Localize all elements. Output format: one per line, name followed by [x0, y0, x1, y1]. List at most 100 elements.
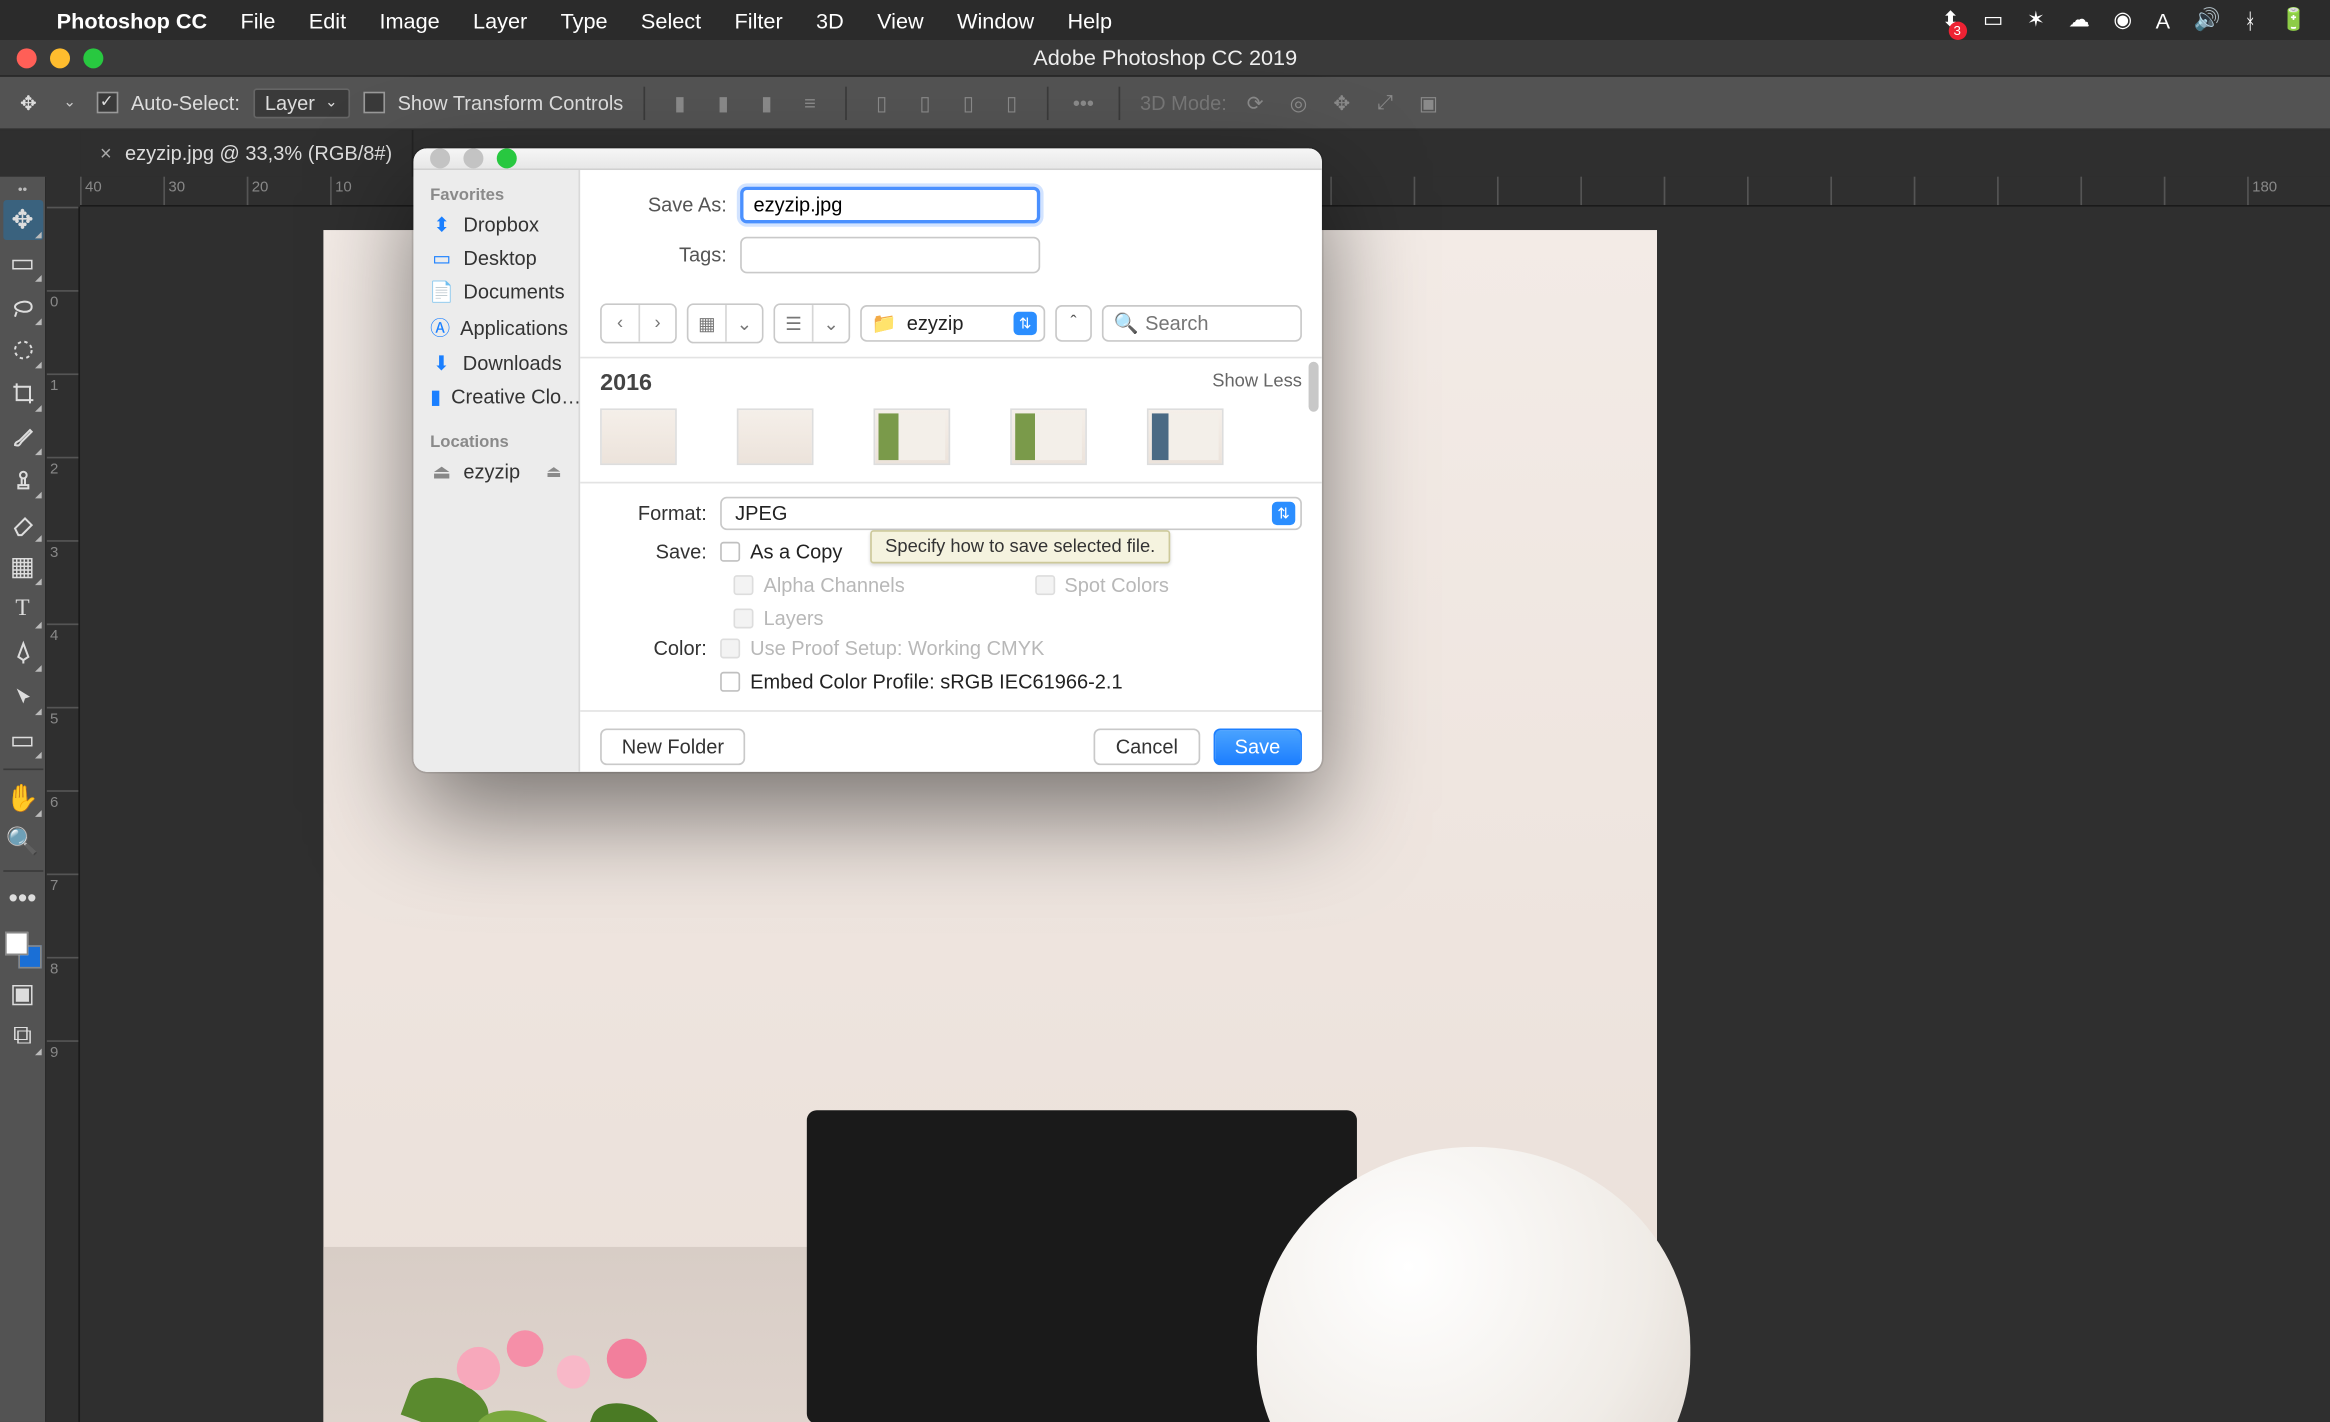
thumbnail-item[interactable] [1010, 408, 1087, 465]
more-options-icon[interactable]: ••• [1068, 88, 1098, 118]
sidebar-item-ezyzip[interactable]: ⏏ezyzip⏏ [413, 455, 578, 488]
menu-image[interactable]: Image [363, 8, 457, 33]
view-group-select[interactable]: ☰⌄ [773, 303, 850, 343]
menu-edit[interactable]: Edit [292, 8, 363, 33]
menu-help[interactable]: Help [1051, 8, 1129, 33]
3d-slide-icon[interactable]: ⤢ [1370, 88, 1400, 118]
dialog-minimize-button[interactable] [463, 148, 483, 168]
menu-type[interactable]: Type [544, 8, 624, 33]
pen-tool[interactable] [3, 633, 43, 673]
thumbnail-item[interactable] [874, 408, 951, 465]
menu-filter[interactable]: Filter [718, 8, 800, 33]
cloud-icon[interactable]: ☁ [2068, 7, 2090, 34]
dropbox-status-icon[interactable]: ⬍3 [1942, 7, 1960, 34]
screen-icon[interactable]: ▭ [1983, 7, 2003, 34]
view-icon-select[interactable]: ▦⌄ [687, 303, 764, 343]
align-center-h-icon[interactable]: ▮ [708, 88, 738, 118]
dist-top-icon[interactable]: ▯ [867, 88, 897, 118]
quick-select-tool[interactable] [3, 330, 43, 370]
3d-pan-icon[interactable]: ✥ [1327, 88, 1357, 118]
minimize-window-button[interactable] [50, 48, 70, 68]
autoselect-target-select[interactable]: Layer⌄ [253, 88, 349, 118]
nav-back-button[interactable]: ‹ [602, 305, 639, 342]
zoom-window-button[interactable] [83, 48, 103, 68]
new-folder-button[interactable]: New Folder [600, 728, 746, 765]
gallery-scrollbar[interactable] [1309, 362, 1319, 412]
dist-center-icon[interactable]: ▯ [910, 88, 940, 118]
show-less-button[interactable]: Show Less [1212, 372, 1302, 392]
autoselect-checkbox[interactable]: ✓ [96, 92, 118, 114]
format-select[interactable]: JPEG ⇅ [720, 497, 1302, 530]
quickmask-button[interactable]: ▣ [3, 974, 43, 1014]
brush-tool[interactable] [3, 417, 43, 457]
sidebar-item-applications[interactable]: ⒶApplications [413, 308, 578, 346]
search-box[interactable]: 🔍 [1102, 305, 1302, 342]
embed-profile-checkbox[interactable] [720, 672, 740, 692]
volume-icon[interactable]: 🔊 [2193, 7, 2220, 34]
align-right-icon[interactable]: ▮ [752, 88, 782, 118]
eject-icon[interactable]: ⏏ [546, 463, 562, 481]
input-icon[interactable]: A [2156, 8, 2170, 33]
3d-orbit-icon[interactable]: ⟳ [1240, 88, 1270, 118]
showtransform-checkbox[interactable] [363, 92, 385, 114]
close-window-button[interactable] [17, 48, 37, 68]
menu-select[interactable]: Select [624, 8, 718, 33]
zoom-tool[interactable]: 🔍 [3, 822, 43, 862]
close-tab-button[interactable]: × [100, 142, 112, 165]
hand-tool[interactable]: ✋ [3, 778, 43, 818]
lasso-tool[interactable] [3, 287, 43, 327]
sidebar-item-creative-cloud[interactable]: ▮Creative Clo… [413, 380, 578, 413]
edit-toolbar-button[interactable]: ••• [3, 880, 43, 920]
sidebar-item-downloads[interactable]: ⬇Downloads [413, 347, 578, 380]
save-button[interactable]: Save [1213, 728, 1302, 765]
menu-window[interactable]: Window [940, 8, 1050, 33]
sidebar-item-desktop[interactable]: ▭Desktop [413, 242, 578, 275]
crop-tool[interactable] [3, 373, 43, 413]
screenmode-button[interactable]: ⧉ [3, 1017, 43, 1057]
dist-more-icon[interactable]: ▯ [997, 88, 1027, 118]
align-more-icon[interactable]: ≡ [795, 88, 825, 118]
path-selector[interactable]: 📁 ezyzip ⇅ [860, 305, 1045, 342]
tags-input[interactable] [740, 237, 1040, 274]
sidebar-item-documents[interactable]: 📄Documents [413, 275, 578, 308]
layers-checkbox [733, 608, 753, 628]
as-a-copy-checkbox[interactable] [720, 542, 740, 562]
dialog-zoom-button[interactable] [497, 148, 517, 168]
toolbox-grip[interactable]: •• [0, 180, 45, 197]
tool-preset-dropdown[interactable]: ⌄ [57, 93, 83, 111]
bluetooth-icon[interactable]: ᚼ [2244, 8, 2257, 33]
collapse-button[interactable]: ˆ [1055, 305, 1092, 342]
play-icon[interactable]: ◉ [2113, 7, 2132, 34]
move-tool[interactable]: ✥ [3, 200, 43, 240]
menu-3d[interactable]: 3D [799, 8, 860, 33]
color-swatches[interactable] [3, 930, 43, 970]
cancel-button[interactable]: Cancel [1094, 728, 1200, 765]
path-select-tool[interactable] [3, 677, 43, 717]
type-tool[interactable]: T [3, 590, 43, 630]
battery-icon[interactable]: 🔋 [2280, 7, 2307, 34]
menu-file[interactable]: File [224, 8, 292, 33]
eraser-tool[interactable] [3, 503, 43, 543]
vertical-ruler[interactable]: 0123456789 [47, 207, 80, 1422]
filename-input[interactable] [740, 187, 1040, 224]
3d-roll-icon[interactable]: ◎ [1283, 88, 1313, 118]
document-tab[interactable]: × ezyzip.jpg @ 33,3% (RGB/8#) [80, 130, 414, 177]
nav-forward-button[interactable]: › [638, 305, 675, 342]
search-input[interactable] [1145, 312, 1290, 335]
stamp-tool[interactable] [3, 460, 43, 500]
evernote-icon[interactable]: ✶ [2027, 7, 2045, 34]
marquee-tool[interactable]: ▭ [3, 243, 43, 283]
dialog-close-button[interactable] [430, 148, 450, 168]
thumbnail-item[interactable] [737, 408, 814, 465]
menu-view[interactable]: View [860, 8, 940, 33]
rectangle-tool[interactable]: ▭ [3, 720, 43, 760]
app-name[interactable]: Photoshop CC [40, 8, 224, 33]
gradient-tool[interactable]: ▦ [3, 547, 43, 587]
align-left-icon[interactable]: ▮ [665, 88, 695, 118]
thumbnail-item[interactable] [600, 408, 677, 465]
dist-bottom-icon[interactable]: ▯ [953, 88, 983, 118]
menu-layer[interactable]: Layer [456, 8, 544, 33]
thumbnail-item[interactable] [1147, 408, 1224, 465]
3d-camera-icon[interactable]: ▣ [1413, 88, 1443, 118]
sidebar-item-dropbox[interactable]: ⬍Dropbox [413, 208, 578, 241]
